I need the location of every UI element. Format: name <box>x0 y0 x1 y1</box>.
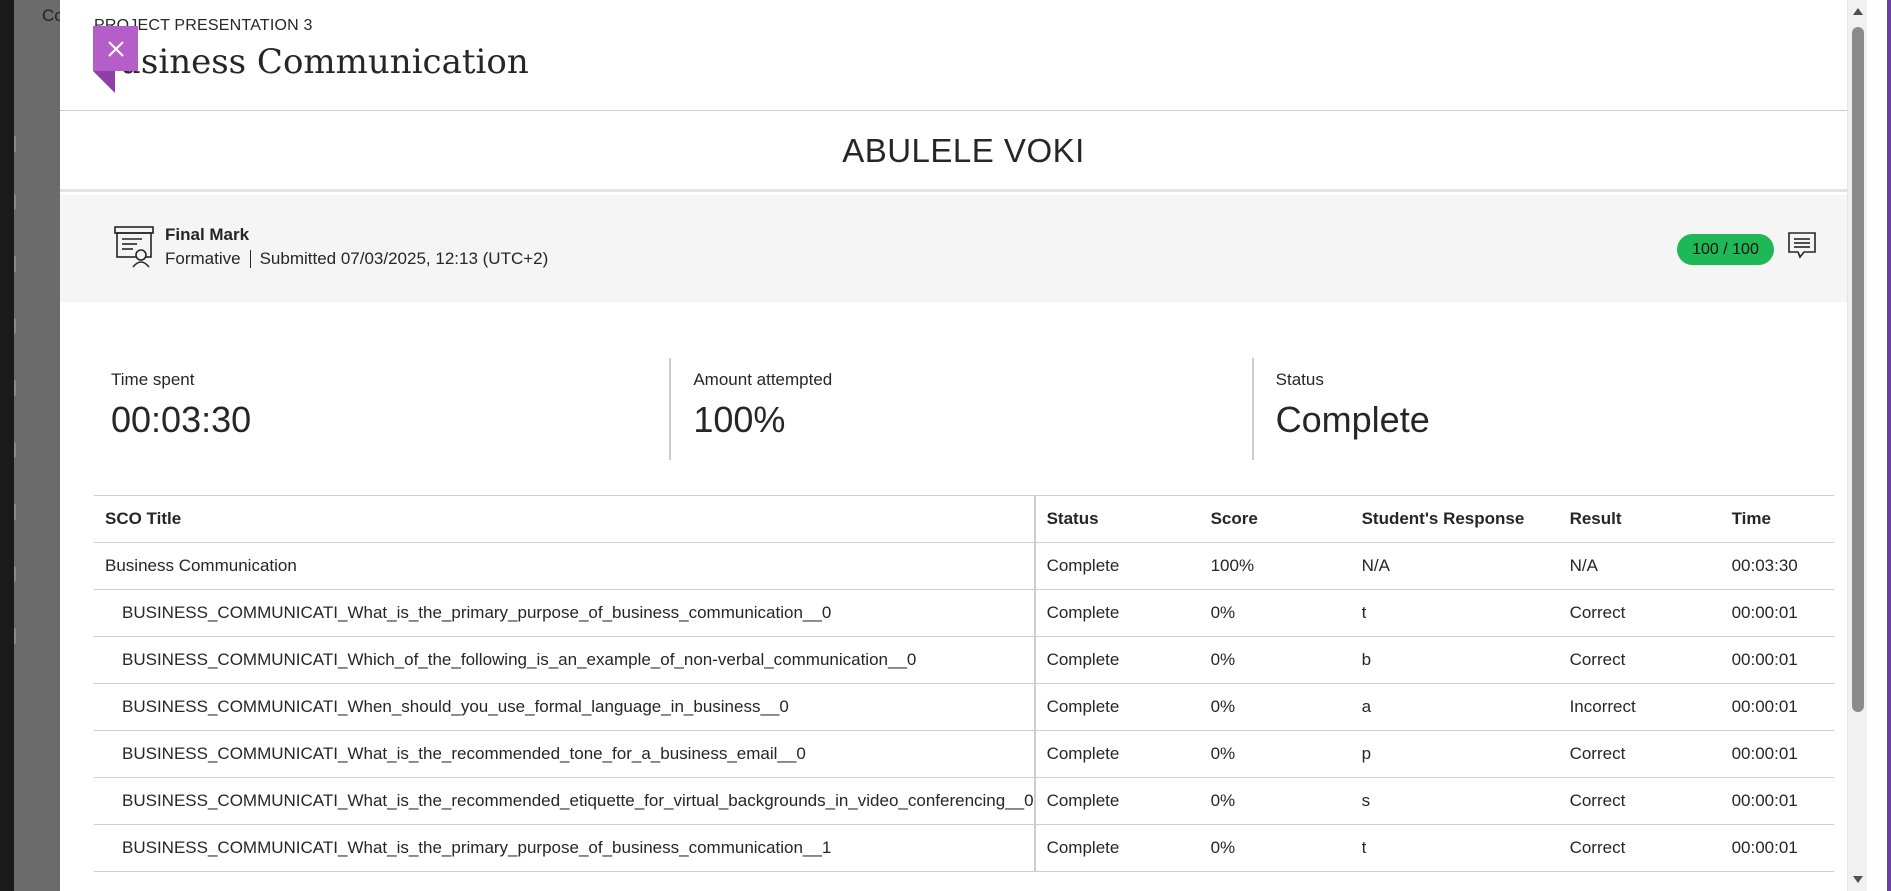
scroll-down-arrow-icon[interactable] <box>1853 876 1863 883</box>
final-mark-meta: Formative Submitted 07/03/2025, 12:13 (U… <box>165 249 548 269</box>
cell-status: Complete <box>1034 542 1200 590</box>
header-score: Score <box>1199 495 1351 543</box>
close-button-flag <box>93 71 115 93</box>
cell-score: 0% <box>1199 683 1351 731</box>
cell-score: 100% <box>1199 542 1351 590</box>
final-mark-label: Final Mark <box>165 225 250 244</box>
panel-scrollbar[interactable] <box>1847 0 1867 891</box>
cell-time: 00:03:30 <box>1720 542 1834 590</box>
cell-score: 0% <box>1199 777 1351 825</box>
stat-label: Time spent <box>111 370 195 389</box>
cell-status: Complete <box>1034 589 1200 637</box>
cell-sco-title: BUSINESS_COMMUNICATI_What_is_the_primary… <box>94 589 1036 637</box>
meta-divider <box>249 250 251 268</box>
cell-response: t <box>1350 589 1559 637</box>
cell-status: Complete <box>1034 824 1200 872</box>
stat-value: 00:03:30 <box>111 399 252 440</box>
cell-result: Correct <box>1558 636 1721 684</box>
cell-sco-title: BUSINESS_COMMUNICATI_Which_of_the_follow… <box>94 636 1036 684</box>
cell-sco-title: BUSINESS_COMMUNICATI_When_should_you_use… <box>94 683 1036 731</box>
cell-time: 00:00:01 <box>1720 730 1834 778</box>
stat-time-spent: Time spent 00:03:30 <box>94 358 669 460</box>
grade-badge[interactable]: 100 / 100 <box>1677 234 1774 265</box>
page-title: Business Communication <box>94 42 529 82</box>
student-name: ABULELE VOKI <box>842 131 1085 169</box>
table-row: BUSINESS_COMMUNICATI_Which_of_the_follow… <box>94 636 1834 684</box>
stat-label: Status <box>1275 370 1324 389</box>
submitted-date: Submitted 07/03/2025, 12:13 (UTC+2) <box>259 249 549 268</box>
feedback-comment-icon[interactable] <box>1787 230 1817 260</box>
cell-response: p <box>1350 730 1559 778</box>
table-header-row: SCO Title Status Score Student's Respons… <box>94 495 1834 543</box>
final-mark-type: Formative <box>165 249 241 268</box>
cell-time: 00:00:01 <box>1720 683 1834 731</box>
cell-sco-title: BUSINESS_COMMUNICATI_What_is_the_recomme… <box>94 777 1036 825</box>
certificate-icon <box>114 226 154 268</box>
table-row: BUSINESS_COMMUNICATI_When_should_you_use… <box>94 683 1834 731</box>
background-app-edge <box>0 0 14 891</box>
cell-result: Correct <box>1558 824 1721 872</box>
cell-result: N/A <box>1558 542 1721 590</box>
cell-time: 00:00:01 <box>1720 824 1834 872</box>
cell-result: Correct <box>1558 589 1721 637</box>
table-row: BUSINESS_COMMUNICATI_What_is_the_primary… <box>94 589 1834 637</box>
table-row: BUSINESS_COMMUNICATI_What_is_the_primary… <box>94 824 1834 872</box>
student-banner: ABULELE VOKI <box>60 112 1867 192</box>
cell-score: 0% <box>1199 730 1351 778</box>
stat-value: Complete <box>1275 399 1430 440</box>
cell-response: a <box>1350 683 1559 731</box>
stat-status: Status Complete <box>1251 358 1834 460</box>
scroll-up-arrow-icon[interactable] <box>1853 8 1863 15</box>
cell-status: Complete <box>1034 730 1200 778</box>
cell-sco-title: BUSINESS_COMMUNICATI_What_is_the_primary… <box>94 824 1036 872</box>
cell-response: b <box>1350 636 1559 684</box>
final-mark-section: Final Mark Formative Submitted 07/03/202… <box>60 195 1867 302</box>
close-icon <box>107 40 124 57</box>
cell-status: Complete <box>1034 777 1200 825</box>
panel-header: PROJECT PRESENTATION 3 Business Communic… <box>60 0 1867 111</box>
cell-status: Complete <box>1034 683 1200 731</box>
header-sco-title: SCO Title <box>94 495 1036 543</box>
close-button[interactable] <box>93 26 138 71</box>
cell-response: s <box>1350 777 1559 825</box>
header-time: Time <box>1720 495 1834 543</box>
stat-amount-attempted: Amount attempted 100% <box>669 358 1251 460</box>
cell-response: N/A <box>1350 542 1559 590</box>
cell-score: 0% <box>1199 824 1351 872</box>
sco-results-table: SCO Title Status Score Student's Respons… <box>94 495 1834 872</box>
cell-sco-title: Business Communication <box>94 542 1036 590</box>
header-result: Result <box>1558 495 1721 543</box>
table-row: Business Communication Complete 100% N/A… <box>94 542 1834 590</box>
stat-value: 100% <box>693 399 786 440</box>
stat-label: Amount attempted <box>693 370 833 389</box>
cell-response: t <box>1350 824 1559 872</box>
header-student-response: Student's Response <box>1350 495 1559 543</box>
background-right-edge <box>1887 0 1891 891</box>
table-row: BUSINESS_COMMUNICATI_What_is_the_recomme… <box>94 777 1834 825</box>
cell-status: Complete <box>1034 636 1200 684</box>
cell-sco-title: BUSINESS_COMMUNICATI_What_is_the_recomme… <box>94 730 1036 778</box>
scrollbar-thumb[interactable] <box>1852 27 1864 712</box>
cell-score: 0% <box>1199 589 1351 637</box>
cell-result: Incorrect <box>1558 683 1721 731</box>
header-status: Status <box>1034 495 1200 543</box>
table-row: BUSINESS_COMMUNICATI_What_is_the_recomme… <box>94 730 1834 778</box>
cell-score: 0% <box>1199 636 1351 684</box>
attempt-detail-panel: PROJECT PRESENTATION 3 Business Communic… <box>60 0 1867 891</box>
attempt-stats: Time spent 00:03:30 Amount attempted 100… <box>94 358 1834 460</box>
cell-result: Correct <box>1558 730 1721 778</box>
cell-time: 00:00:01 <box>1720 589 1834 637</box>
cell-time: 00:00:01 <box>1720 636 1834 684</box>
cell-time: 00:00:01 <box>1720 777 1834 825</box>
cell-result: Correct <box>1558 777 1721 825</box>
